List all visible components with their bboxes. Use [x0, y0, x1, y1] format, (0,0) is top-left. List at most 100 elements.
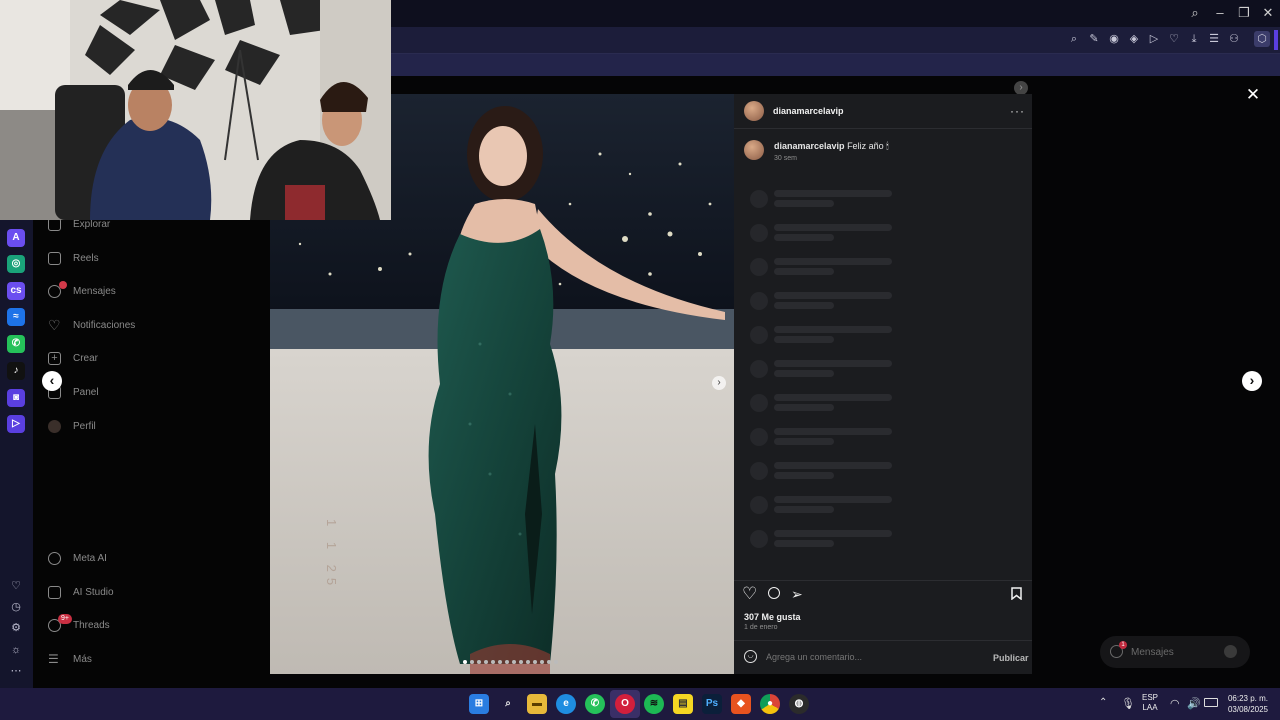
nav-label: Mensajes: [73, 285, 116, 297]
nav-label: Reels: [73, 252, 99, 264]
chevron-up-icon[interactable]: ⌃: [1099, 697, 1107, 708]
caption: dianamarcelavip Feliz año 🕯: [774, 141, 889, 152]
caption-username[interactable]: dianamarcelavip: [774, 141, 845, 151]
skeleton-avatar: [750, 224, 768, 242]
lightbulb-icon[interactable]: ☼: [9, 643, 23, 657]
skeleton-line: [774, 530, 892, 537]
search-icon[interactable]: ⌕: [1185, 4, 1205, 22]
brave-icon[interactable]: ◆: [731, 694, 751, 714]
language-indicator[interactable]: ESP LAA: [1142, 693, 1158, 713]
skeleton-line: [774, 326, 892, 333]
divider: [734, 128, 1032, 129]
cube-icon[interactable]: ⬡: [1254, 31, 1270, 47]
clock[interactable]: 06:23 p. m. 03/08/2025: [1220, 693, 1268, 715]
camera-icon[interactable]: ◉: [1106, 31, 1122, 47]
publish-button[interactable]: Publicar: [993, 653, 1029, 663]
settings-icon[interactable]: ⚙: [9, 621, 23, 635]
microphone-icon[interactable]: 🎙: [1121, 697, 1135, 710]
nav-meta-ai[interactable]: Meta AI: [48, 547, 107, 569]
heart-icon[interactable]: ♡: [9, 579, 23, 593]
skeleton-line: [774, 224, 892, 231]
nav-label: Notificaciones: [73, 319, 136, 331]
skeleton-avatar: [750, 394, 768, 412]
skeleton-line: [774, 370, 834, 377]
search-icon[interactable]: ⌕: [1066, 31, 1082, 47]
previous-post-button[interactable]: ‹: [42, 371, 62, 391]
heart-icon: ♡: [48, 316, 61, 333]
skeleton-line: [774, 292, 892, 299]
restore-icon[interactable]: ❐: [1234, 4, 1254, 22]
skeleton-line: [774, 268, 834, 275]
taskbar: [0, 688, 1280, 720]
skeleton-avatar: [750, 292, 768, 310]
chevron-right-icon: ›: [1014, 81, 1028, 95]
skeleton-line: [774, 496, 892, 503]
webcam-overlay: [0, 0, 391, 220]
aria-icon[interactable]: A: [7, 229, 25, 247]
messages-badge: 1: [1119, 641, 1127, 649]
download-icon[interactable]: ⤓: [1186, 31, 1202, 47]
shield-icon[interactable]: ◈: [1126, 31, 1142, 47]
opera-gx-icon[interactable]: O: [615, 694, 635, 714]
minimize-icon[interactable]: –: [1210, 4, 1230, 22]
more-options-icon[interactable]: ···: [1010, 104, 1025, 118]
nav-profile[interactable]: Perfil: [48, 415, 96, 437]
menu-icon[interactable]: ☰: [1206, 31, 1222, 47]
history-icon[interactable]: ◷: [9, 600, 23, 614]
more-icon[interactable]: ⋯: [9, 664, 23, 678]
whatsapp-icon[interactable]: ✆: [7, 335, 25, 353]
edge-icon[interactable]: e: [556, 694, 576, 714]
wifi-icon[interactable]: ◠: [1170, 697, 1180, 710]
comment-input[interactable]: [766, 650, 976, 664]
likes-count[interactable]: 307 Me gusta: [744, 612, 801, 622]
skeleton-line: [774, 438, 834, 445]
avatar[interactable]: [744, 140, 764, 160]
next-post-button[interactable]: ›: [1242, 371, 1262, 391]
obs-icon[interactable]: ◍: [789, 694, 809, 714]
profile-icon[interactable]: ⚇: [1226, 31, 1242, 47]
photoshop-icon[interactable]: Ps: [702, 694, 722, 714]
instagram-icon[interactable]: ◙: [7, 389, 25, 407]
messenger-icon[interactable]: ≈: [7, 308, 25, 326]
play-icon[interactable]: ▷: [1146, 31, 1162, 47]
avatar[interactable]: [744, 101, 764, 121]
search-icon[interactable]: ⌕: [498, 694, 518, 714]
volume-icon[interactable]: 🔊: [1187, 697, 1201, 710]
carousel-next-icon[interactable]: ›: [712, 376, 726, 390]
heart-icon[interactable]: ♡: [1166, 31, 1182, 47]
emoji-icon[interactable]: ◡: [744, 650, 757, 663]
spotify-icon[interactable]: ≋: [644, 694, 664, 714]
divider: [734, 640, 1032, 641]
tiktok-icon[interactable]: ♪: [7, 362, 25, 380]
chrome-icon[interactable]: ●: [760, 694, 780, 714]
chatgpt-icon[interactable]: ◎: [7, 255, 25, 273]
whatsapp-icon[interactable]: ✆: [585, 694, 605, 714]
nav-more[interactable]: ☰ Más: [48, 648, 92, 670]
skeleton-line: [774, 404, 834, 411]
save-icon[interactable]: [1011, 587, 1022, 601]
skeleton-line: [774, 506, 834, 513]
file-explorer-icon[interactable]: ▬: [527, 694, 547, 714]
messages-badge: [59, 281, 67, 289]
cs-icon[interactable]: cs: [7, 282, 25, 300]
battery-icon[interactable]: [1204, 698, 1218, 707]
comment-icon[interactable]: [768, 587, 780, 599]
like-icon[interactable]: ♡: [742, 585, 757, 603]
close-icon[interactable]: ✕: [1258, 4, 1278, 22]
skeleton-line: [774, 540, 834, 547]
nav-ai-studio[interactable]: AI Studio: [48, 581, 114, 603]
nav-reels[interactable]: Reels: [48, 247, 99, 269]
close-icon[interactable]: ✕: [1245, 86, 1261, 104]
nav-create[interactable]: + Crear: [48, 347, 98, 369]
nav-notifications[interactable]: ♡ Notificaciones: [48, 314, 135, 336]
player-icon[interactable]: ▷: [7, 415, 25, 433]
ai-studio-icon: [48, 585, 61, 599]
sticky-notes-icon[interactable]: ▤: [673, 694, 693, 714]
windows-icon[interactable]: ⊞: [469, 694, 489, 714]
share-icon[interactable]: ➢: [791, 585, 803, 603]
post-username[interactable]: dianamarcelavip: [773, 106, 844, 116]
skeleton-line: [774, 428, 892, 435]
menu-icon: ☰: [48, 651, 59, 666]
skeleton-line: [774, 360, 892, 367]
edit-icon[interactable]: ✎: [1086, 31, 1102, 47]
